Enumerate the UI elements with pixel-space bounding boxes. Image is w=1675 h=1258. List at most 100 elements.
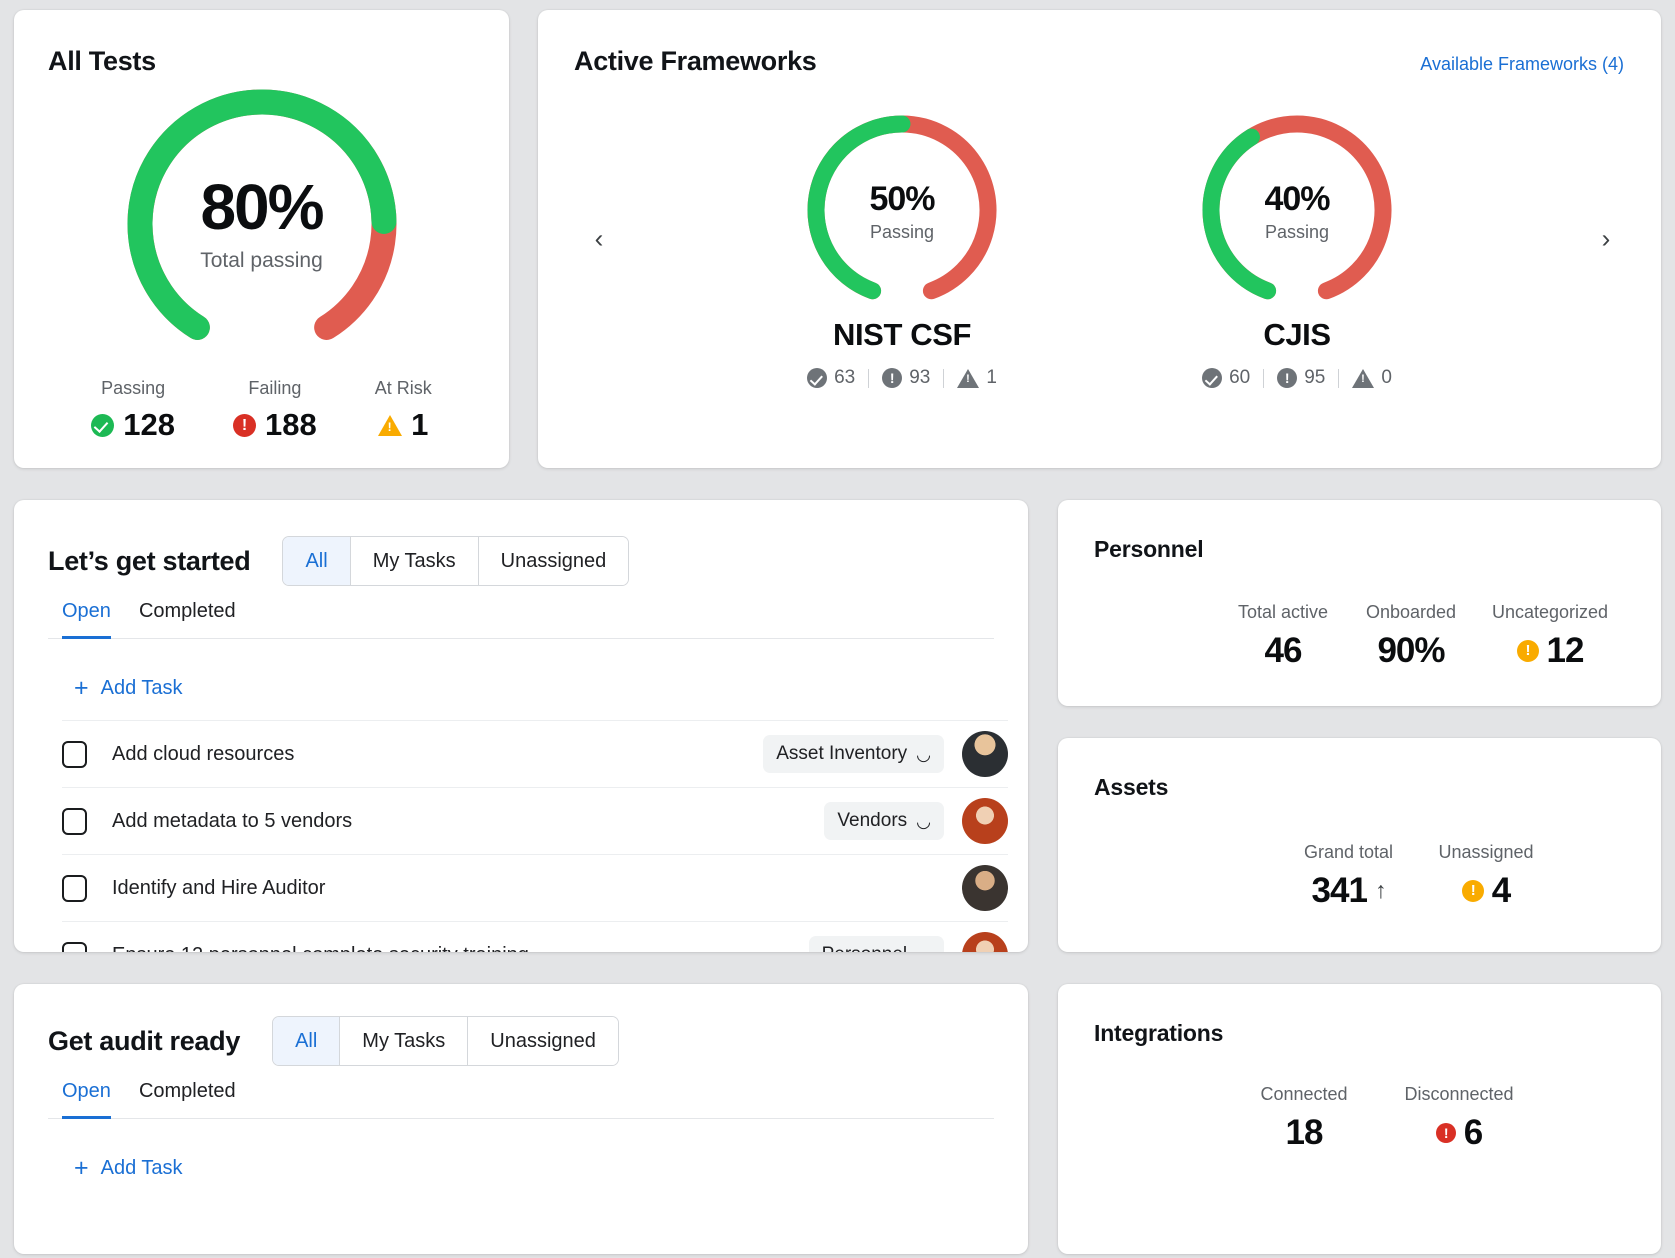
add-task-button[interactable]: + Add Task	[74, 1156, 183, 1181]
filter-unassigned[interactable]: Unassigned	[468, 1017, 618, 1065]
personnel-stat-onboarded: Onboarded 90%	[1347, 602, 1475, 668]
avatar[interactable]	[962, 932, 1008, 952]
task-tag[interactable]: Vendors ◡	[824, 802, 944, 840]
exclamation-circle-gray-icon: !	[1277, 368, 1298, 388]
framework-gauge: 40% Passing	[1190, 110, 1405, 315]
avatar[interactable]	[962, 865, 1008, 911]
legend-item-passing: Passing 128	[91, 378, 175, 443]
legend-value-wrap: 128	[91, 407, 175, 443]
avatar[interactable]	[962, 798, 1008, 844]
task-checkbox[interactable]	[62, 740, 87, 768]
subtab-completed[interactable]: Completed	[139, 1080, 236, 1119]
add-task-button[interactable]: + Add Task	[74, 676, 183, 701]
framework-stat-value: 63	[834, 367, 856, 388]
legend-value-wrap: ! 188	[232, 407, 317, 443]
framework-gauge-center: 40% Passing	[1190, 110, 1405, 315]
assets-title: Assets	[1094, 774, 1169, 800]
lets-get-started-header: Let’s get started All My Tasks Unassigne…	[48, 536, 630, 586]
all-tests-gauge-center: 80% Total passing	[112, 74, 412, 374]
legend-value-wrap: 1	[378, 407, 428, 443]
task-tag[interactable]: Asset Inventory ◡	[763, 735, 944, 773]
framework-stat-value: 0	[1381, 367, 1392, 388]
framework-name: NIST CSF	[832, 317, 972, 352]
task-tag[interactable]: Personnel ◡	[808, 936, 944, 952]
stat-divider	[1263, 368, 1265, 388]
task-tag-label: Vendors	[837, 810, 908, 831]
subtab-completed[interactable]: Completed	[139, 600, 236, 639]
framework-item[interactable]: 50% Passing NIST CSF 63 ! 93 ! 1	[795, 110, 1010, 389]
framework-item[interactable]: 40% Passing CJIS 60 ! 95 ! 0	[1190, 110, 1405, 389]
stat-label: Disconnected	[1404, 1084, 1514, 1104]
stat-value: 6	[1463, 1113, 1483, 1152]
stat-label: Grand total	[1303, 842, 1394, 862]
legend-label: Failing	[248, 378, 302, 398]
personnel-stat-uncategorized: Uncategorized ! 12	[1475, 602, 1625, 668]
framework-name: CJIS	[1263, 317, 1331, 352]
available-frameworks-link[interactable]: Available Frameworks (4)	[1420, 54, 1624, 75]
assets-stat-grand-total: Grand total 341 ↑	[1276, 842, 1421, 908]
active-frameworks-title: Active Frameworks	[574, 46, 817, 76]
framework-passing-label: Passing	[869, 222, 935, 242]
filter-my-tasks[interactable]: My Tasks	[340, 1017, 469, 1065]
task-label: Add cloud resources	[112, 742, 295, 765]
legend-value: 1	[411, 407, 429, 442]
arrow-up-icon: ↑	[1374, 877, 1386, 903]
subtab-open[interactable]: Open	[62, 1080, 111, 1119]
integrations-stat-connected: Connected 18	[1229, 1084, 1379, 1150]
stat-label: Connected	[1260, 1084, 1348, 1104]
avatar[interactable]	[962, 731, 1008, 777]
task-checkbox[interactable]	[62, 874, 87, 902]
stat-value: 18	[1285, 1113, 1324, 1152]
framework-stat-failing: ! 93	[882, 367, 930, 389]
task-row[interactable]: Add cloud resources Asset Inventory ◡	[62, 720, 1008, 787]
subtab-open[interactable]: Open	[62, 600, 111, 639]
task-checkbox[interactable]	[62, 941, 87, 952]
stat-label: Onboarded	[1365, 602, 1457, 622]
task-label: Identify and Hire Auditor	[112, 876, 326, 899]
chevron-left-icon[interactable]: ‹	[586, 224, 612, 255]
check-circle-green-icon	[91, 413, 115, 437]
lets-get-started-subtabs: Open Completed	[48, 600, 994, 639]
all-tests-percent: 80%	[200, 171, 324, 243]
get-audit-ready-title: Get audit ready	[48, 1025, 241, 1056]
task-label: Ensure 12 personnel complete security tr…	[112, 944, 809, 953]
filter-my-tasks[interactable]: My Tasks	[350, 537, 479, 585]
stat-value: 12	[1546, 631, 1585, 670]
stat-value: 46	[1264, 631, 1303, 670]
stat-value-wrap: ! 12	[1516, 631, 1585, 670]
filter-unassigned[interactable]: Unassigned	[478, 537, 629, 585]
check-circle-gray-icon	[1202, 368, 1223, 388]
stat-label: Unassigned	[1438, 842, 1534, 862]
all-tests-legend: Passing 128 Failing ! 188 At Risk 1	[14, 378, 509, 443]
filter-all[interactable]: All	[273, 1017, 341, 1065]
legend-label: At Risk	[374, 378, 432, 398]
external-link-icon: ◡	[916, 744, 931, 764]
warning-triangle-gray-icon	[957, 368, 980, 388]
integrations-title: Integrations	[1094, 1020, 1224, 1046]
framework-stat-value: 95	[1304, 367, 1326, 388]
add-task-label: Add Task	[100, 1157, 183, 1179]
legend-item-failing: Failing ! 188	[232, 378, 317, 443]
task-label: Add metadata to 5 vendors	[112, 809, 353, 832]
stat-divider	[868, 368, 870, 388]
filter-all[interactable]: All	[283, 537, 351, 585]
assets-stat-unassigned: Unassigned ! 4	[1421, 842, 1551, 908]
stat-value-wrap: 341 ↑	[1312, 873, 1387, 908]
task-row[interactable]: Add metadata to 5 vendors Vendors ◡	[62, 787, 1008, 854]
legend-value: 128	[123, 407, 175, 442]
lets-get-started-title: Let’s get started	[48, 545, 251, 576]
stat-value-wrap: ! 6	[1435, 1113, 1483, 1152]
get-audit-ready-card: Get audit ready All My Tasks Unassigned …	[14, 984, 1028, 1254]
framework-stat-value: 60	[1229, 367, 1251, 388]
task-row[interactable]: Ensure 12 personnel complete security tr…	[62, 921, 1008, 952]
dashboard-page: All Tests 80% Total passing Passing 128 …	[0, 0, 1675, 1258]
framework-stat-passing: 60	[1202, 367, 1250, 389]
personnel-stats: Total active 46 Onboarded 90% Uncategori…	[1219, 602, 1625, 668]
framework-gauge: 50% Passing	[795, 110, 1010, 315]
framework-stat-at-risk: 1	[957, 367, 997, 389]
exclamation-circle-red-icon: !	[1435, 1122, 1456, 1143]
chevron-right-icon[interactable]: ›	[1593, 224, 1619, 255]
task-row[interactable]: Identify and Hire Auditor	[62, 854, 1008, 921]
plus-icon: +	[74, 674, 89, 702]
task-checkbox[interactable]	[62, 807, 87, 835]
